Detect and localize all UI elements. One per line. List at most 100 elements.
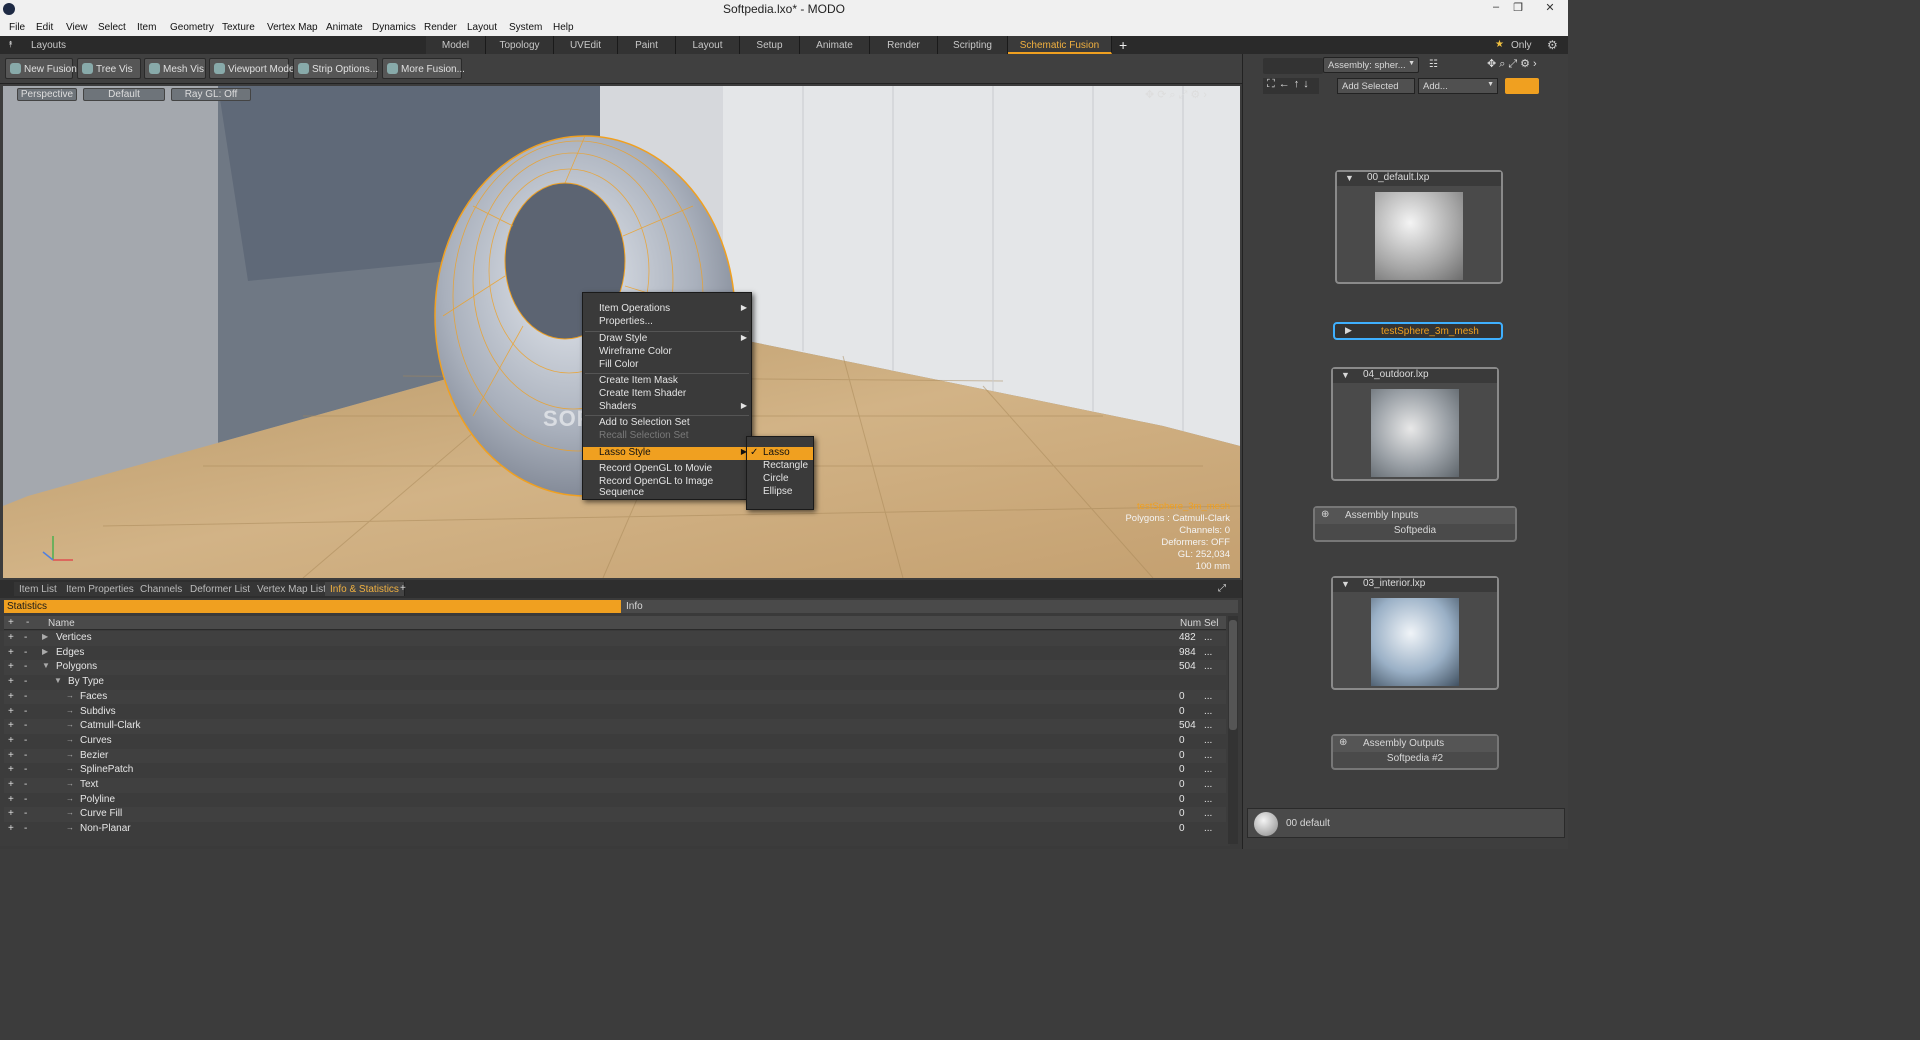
node-testsphere-mesh[interactable]: ▶ testSphere_3m_mesh <box>1333 322 1503 340</box>
table-row[interactable]: + - → Text 0... <box>4 778 1226 793</box>
menu-record-opengl-sequence[interactable]: Record OpenGL to Image Sequence <box>583 476 751 498</box>
row-sel[interactable]: ... <box>1204 632 1212 643</box>
submenu-lasso[interactable]: ✓ Lasso <box>747 447 813 460</box>
remove-from-selection-icon[interactable]: - <box>24 750 27 761</box>
collapse-icon[interactable]: ▼ <box>1341 370 1350 380</box>
ray-gl-button[interactable]: Ray GL: Off <box>171 88 251 101</box>
expand-arrow-icon[interactable]: → <box>66 779 74 788</box>
add-all-icon[interactable]: + <box>8 617 14 628</box>
menu-fill-color[interactable]: Fill Color <box>583 359 751 372</box>
add-to-selection-icon[interactable]: + <box>8 750 14 761</box>
preset-bar[interactable]: 00 default <box>1247 808 1565 838</box>
expand-icon[interactable]: ▶ <box>1345 325 1352 336</box>
tab-scripting[interactable]: Scripting <box>938 36 1008 54</box>
add-dropdown[interactable]: Add... ▼ <box>1418 78 1498 94</box>
menu-select[interactable]: Select <box>98 22 126 33</box>
color-toggle-button[interactable] <box>1505 78 1539 94</box>
expand-arrow-icon[interactable]: ▼ <box>54 676 62 685</box>
menu-view[interactable]: View <box>66 22 88 33</box>
node-00-default[interactable]: 00_default.lxp ▼ <box>1335 170 1503 284</box>
menu-create-item-shader[interactable]: Create Item Shader <box>583 388 751 401</box>
remove-from-selection-icon[interactable]: - <box>24 735 27 746</box>
tab-layout[interactable]: Layout <box>676 36 740 54</box>
maximize-icon[interactable]: ⤢ <box>1218 583 1226 594</box>
layouts-up-icon[interactable]: ⯭ <box>8 39 13 50</box>
tree-vis-button[interactable]: Tree Vis <box>77 58 141 79</box>
menu-create-item-mask[interactable]: Create Item Mask <box>583 375 751 388</box>
table-row[interactable]: + - → Curves 0... <box>4 733 1226 749</box>
tab-schematic-fusion[interactable]: Schematic Fusion <box>1008 36 1112 54</box>
add-tab-button[interactable]: + <box>400 583 406 594</box>
tab-setup[interactable]: Setup <box>740 36 800 54</box>
add-to-selection-icon[interactable]: + <box>8 794 14 805</box>
remove-all-icon[interactable]: - <box>26 617 29 628</box>
row-sel[interactable]: ... <box>1204 691 1212 702</box>
table-row[interactable]: + - → Non-Planar 0... <box>4 822 1226 837</box>
menu-texture[interactable]: Texture <box>222 22 255 33</box>
col-sel[interactable]: Sel <box>1204 618 1218 629</box>
tab-vertex-map-list[interactable]: Vertex Map List <box>252 582 332 596</box>
col-name[interactable]: Name <box>48 618 75 629</box>
add-to-selection-icon[interactable]: + <box>8 823 14 834</box>
grid-view-icon[interactable]: ☷ <box>1429 59 1438 70</box>
menu-geometry[interactable]: Geometry <box>170 22 214 33</box>
row-sel[interactable]: ... <box>1204 794 1212 805</box>
row-sel[interactable]: ... <box>1204 661 1212 672</box>
statistics-header[interactable]: Statistics <box>4 600 621 613</box>
expand-arrow-icon[interactable]: ▶ <box>42 632 48 641</box>
menu-layout[interactable]: Layout <box>467 22 497 33</box>
expand-arrow-icon[interactable]: ▶ <box>42 647 48 656</box>
row-sel[interactable]: ... <box>1204 647 1212 658</box>
only-toggle[interactable]: Only <box>1511 40 1532 51</box>
remove-from-selection-icon[interactable]: - <box>24 823 27 834</box>
row-sel[interactable]: ... <box>1204 706 1212 717</box>
row-sel[interactable]: ... <box>1204 764 1212 775</box>
menu-dynamics[interactable]: Dynamics <box>372 22 416 33</box>
info-header[interactable]: Info <box>621 600 1238 613</box>
expand-arrow-icon[interactable]: → <box>66 794 74 803</box>
vertical-scrollbar[interactable] <box>1228 616 1238 844</box>
expand-arrow-icon[interactable]: → <box>66 691 74 700</box>
layouts-label[interactable]: Layouts <box>31 40 66 51</box>
schematic-arrow-icons[interactable]: ⛶←↑↓ <box>1263 78 1319 94</box>
assembly-inputs-node[interactable]: Assembly Inputs ⊕ Softpedia <box>1313 506 1517 542</box>
viewport-mode-button[interactable]: Viewport Mode <box>209 58 295 79</box>
assembly-input-softpedia[interactable]: Softpedia <box>1315 525 1515 536</box>
add-selected-button[interactable]: Add Selected <box>1337 78 1415 94</box>
submenu-rectangle[interactable]: Rectangle <box>747 460 813 473</box>
menu-record-opengl-movie[interactable]: Record OpenGL to Movie <box>583 463 751 476</box>
add-to-selection-icon[interactable]: + <box>8 735 14 746</box>
tab-info-statistics[interactable]: Info & Statistics <box>325 582 405 596</box>
menu-shaders[interactable]: Shaders ▶ <box>583 401 751 414</box>
table-row[interactable]: + - ▼ By Type <box>4 675 1226 690</box>
row-sel[interactable]: ... <box>1204 823 1212 834</box>
remove-from-selection-icon[interactable]: - <box>24 661 27 672</box>
tab-channels[interactable]: Channels <box>135 582 189 596</box>
table-row[interactable]: + - ▶ Edges 984... <box>4 645 1226 661</box>
remove-from-selection-icon[interactable]: - <box>24 720 27 731</box>
mesh-vis-button[interactable]: Mesh Vis <box>144 58 206 79</box>
tab-item-list[interactable]: Item List <box>14 582 63 596</box>
menu-draw-style[interactable]: Draw Style ▶ <box>583 333 751 346</box>
col-num[interactable]: Num <box>1180 618 1201 629</box>
menu-properties[interactable]: Properties... <box>583 316 751 329</box>
table-row[interactable]: + - → Subdivs 0... <box>4 704 1226 720</box>
row-sel[interactable]: ... <box>1204 808 1212 819</box>
add-to-selection-icon[interactable]: + <box>8 808 14 819</box>
scrollbar-thumb[interactable] <box>1229 620 1237 730</box>
schematic-panel[interactable]: Assembly: spher... ▼ ☷ ✥⌕⤢⚙› ⛶←↑↓ Add Sel… <box>1242 54 1568 849</box>
table-row[interactable]: + - → Bezier 0... <box>4 748 1226 764</box>
tab-topology[interactable]: Topology <box>486 36 554 54</box>
menu-add-to-selection-set[interactable]: Add to Selection Set <box>583 417 751 430</box>
close-button[interactable]: ✕ <box>1536 1 1564 14</box>
add-tab-button[interactable]: + <box>1119 37 1127 53</box>
menu-help[interactable]: Help <box>553 22 574 33</box>
expand-arrow-icon[interactable]: → <box>66 764 74 773</box>
menu-lasso-style[interactable]: Lasso Style ▶ <box>583 447 751 460</box>
remove-from-selection-icon[interactable]: - <box>24 779 27 790</box>
node-04-outdoor[interactable]: 04_outdoor.lxp ▼ <box>1331 367 1499 481</box>
assembly-output-softpedia-2[interactable]: Softpedia #2 <box>1333 753 1497 764</box>
add-to-selection-icon[interactable]: + <box>8 779 14 790</box>
add-to-selection-icon[interactable]: + <box>8 632 14 643</box>
perspective-button[interactable]: Perspective <box>17 88 77 101</box>
